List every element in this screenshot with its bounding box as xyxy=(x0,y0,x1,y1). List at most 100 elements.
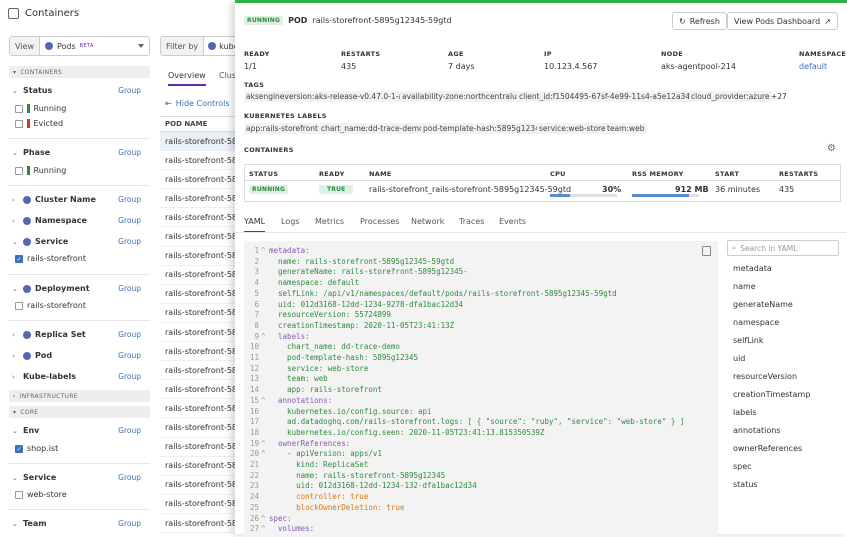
facet-service[interactable]: ⌄ Service Group xyxy=(12,237,150,246)
tab-cluster[interactable]: Clust xyxy=(219,71,235,80)
group-link[interactable]: Group xyxy=(118,86,141,95)
column-header[interactable]: STATUS xyxy=(249,170,278,178)
tab-processes[interactable]: Processes xyxy=(360,217,399,226)
meta-value[interactable]: default xyxy=(799,62,827,71)
pod-row[interactable]: rails-storefront-5895 xyxy=(160,189,235,209)
hide-controls-button[interactable]: ⇤ Hide Controls xyxy=(165,99,230,108)
facet-kube-labels[interactable]: › Kube-labels Group xyxy=(12,372,150,381)
outline-item[interactable]: ownerReferences xyxy=(733,444,802,453)
pod-row[interactable]: rails-storefront-5895 xyxy=(160,457,235,476)
outline-item[interactable]: name xyxy=(733,282,756,291)
group-link[interactable]: Group xyxy=(118,372,141,381)
facet-option-rails-storefront[interactable]: ✓ rails-storefront xyxy=(15,254,86,263)
facet-namespace[interactable]: › Namespace Group xyxy=(12,216,150,225)
facet-service[interactable]: ⌄ Service Group xyxy=(12,473,150,482)
checkbox[interactable] xyxy=(15,119,23,128)
group-link[interactable]: Group xyxy=(118,237,141,246)
pod-row[interactable]: rails-storefront-5895 xyxy=(160,419,235,438)
facet-replica-set[interactable]: › Replica Set Group xyxy=(12,330,150,339)
outline-item[interactable]: metadata xyxy=(733,264,772,273)
facet-option-web-store[interactable]: web-store xyxy=(15,490,67,499)
copy-icon[interactable] xyxy=(702,246,711,256)
label-chip[interactable]: app:rails-storefront xyxy=(244,123,320,134)
group-link[interactable]: Group xyxy=(118,195,141,204)
column-header[interactable]: READY xyxy=(319,170,345,178)
group-link[interactable]: Group xyxy=(118,519,141,528)
outline-item[interactable]: selfLink xyxy=(733,336,764,345)
view-selector[interactable]: View Pods BETA xyxy=(9,36,150,56)
pod-row[interactable]: rails-storefront-5895 xyxy=(160,495,235,514)
pod-row[interactable]: rails-storefront-5895 xyxy=(160,266,235,285)
column-header[interactable]: RSS MEMORY xyxy=(632,170,684,178)
pod-row[interactable]: rails-storefront-5895 xyxy=(160,399,235,419)
fold-icon[interactable]: ^ xyxy=(261,246,269,257)
filter-by-input[interactable]: Filter by kube xyxy=(160,36,235,56)
yaml-search-input[interactable]: ⌕ Search in YAML xyxy=(727,240,839,256)
pod-row[interactable]: rails-storefront-5895 xyxy=(160,304,235,323)
pod-row[interactable]: rails-storefront-5895 xyxy=(160,285,235,304)
group-link[interactable]: Group xyxy=(118,351,141,360)
pod-row[interactable]: rails-storefront-5895 xyxy=(160,208,235,228)
more-tags-link[interactable]: +27 xyxy=(769,91,789,102)
group-link[interactable]: Group xyxy=(118,216,141,225)
facet-option-running[interactable]: Running xyxy=(15,104,66,113)
facet-status[interactable]: ⌄ Status Group xyxy=(12,86,150,95)
group-link[interactable]: Group xyxy=(118,284,141,293)
facet-deployment[interactable]: ⌄ Deployment Group xyxy=(12,284,150,293)
pod-row[interactable]: rails-storefront-5895 xyxy=(160,438,235,457)
section-infrastructure[interactable]: › INFRASTRUCTURE xyxy=(9,390,150,402)
checkbox-checked[interactable]: ✓ xyxy=(15,254,23,263)
tab-logs[interactable]: Logs xyxy=(281,217,299,226)
fold-icon[interactable]: ^ xyxy=(261,396,269,407)
gear-icon[interactable]: ⚙ xyxy=(827,143,836,154)
facet-option-running[interactable]: Running xyxy=(15,166,66,175)
checkbox-checked[interactable]: ✓ xyxy=(15,444,23,453)
pod-row[interactable]: rails-storefront-5895 xyxy=(160,132,235,151)
group-link[interactable]: Group xyxy=(118,148,141,157)
container-row[interactable]: RUNNING xyxy=(249,184,289,194)
tab-traces[interactable]: Traces xyxy=(459,217,484,226)
tab-events[interactable]: Events xyxy=(499,217,526,226)
tag-chip[interactable]: cloud_provider:azure xyxy=(689,91,772,102)
group-link[interactable]: Group xyxy=(118,426,141,435)
pod-row[interactable]: rails-storefront-5895 xyxy=(160,514,235,533)
yaml-code-view[interactable]: 1 ^ metadata: 2 name: rails-storefront-5895… xyxy=(244,241,718,537)
facet-team[interactable]: ⌄ Team Group xyxy=(12,519,150,528)
refresh-button[interactable]: ↻ Refresh xyxy=(672,12,727,30)
tag-chip[interactable]: client_id:f1504495-67sf-4e99-11s4-a5e12a… xyxy=(517,91,711,102)
label-chip[interactable]: chart_name:dd-trace-demo xyxy=(319,123,426,134)
pod-row[interactable]: rails-storefront-5895 xyxy=(160,151,235,171)
facet-env[interactable]: ⌄ Env Group xyxy=(12,426,150,435)
tag-chip[interactable]: availability-zone:northcentralus xyxy=(400,91,523,102)
fold-icon[interactable]: ^ xyxy=(261,449,269,460)
fold-icon[interactable]: ^ xyxy=(261,332,269,343)
pod-row[interactable]: rails-storefront-5895 xyxy=(160,361,235,381)
pod-name-column-header[interactable]: POD NAME xyxy=(160,116,235,132)
outline-item[interactable]: uid xyxy=(733,354,745,363)
pod-row[interactable]: rails-storefront-5895 xyxy=(160,228,235,247)
outline-item[interactable]: annotations xyxy=(733,426,780,435)
outline-item[interactable]: spec xyxy=(733,462,752,471)
section-core[interactable]: ▾ CORE xyxy=(9,406,150,418)
outline-item[interactable]: creationTimestamp xyxy=(733,390,810,399)
facet-option-rails-storefront[interactable]: rails-storefront xyxy=(15,301,86,310)
column-header[interactable]: CPU xyxy=(550,170,566,178)
pod-row[interactable]: rails-storefront-5895 xyxy=(160,342,235,362)
label-chip[interactable]: service:web-store xyxy=(537,123,608,134)
outline-item[interactable]: labels xyxy=(733,408,757,417)
outline-item[interactable]: status xyxy=(733,480,758,489)
tab-overview[interactable]: Overview xyxy=(168,71,206,86)
pod-row[interactable]: rails-storefront-5895 xyxy=(160,323,235,342)
tab-metrics[interactable]: Metrics xyxy=(315,217,344,226)
outline-item[interactable]: generateName xyxy=(733,300,793,309)
checkbox[interactable] xyxy=(15,490,23,499)
section-containers[interactable]: ▾ CONTAINERS xyxy=(9,66,150,78)
facet-option-shop-ist[interactable]: ✓ shop.ist xyxy=(15,444,58,453)
group-link[interactable]: Group xyxy=(118,330,141,339)
checkbox[interactable] xyxy=(15,301,23,310)
pod-row[interactable]: rails-storefront-5895 xyxy=(160,170,235,190)
view-pods-dashboard-button[interactable]: View Pods Dashboard ↗ xyxy=(727,12,838,30)
outline-item[interactable]: namespace xyxy=(733,318,779,327)
fold-icon[interactable]: ^ xyxy=(261,439,269,450)
label-chip[interactable]: pod-template-hash:5895g12345 xyxy=(421,123,547,134)
